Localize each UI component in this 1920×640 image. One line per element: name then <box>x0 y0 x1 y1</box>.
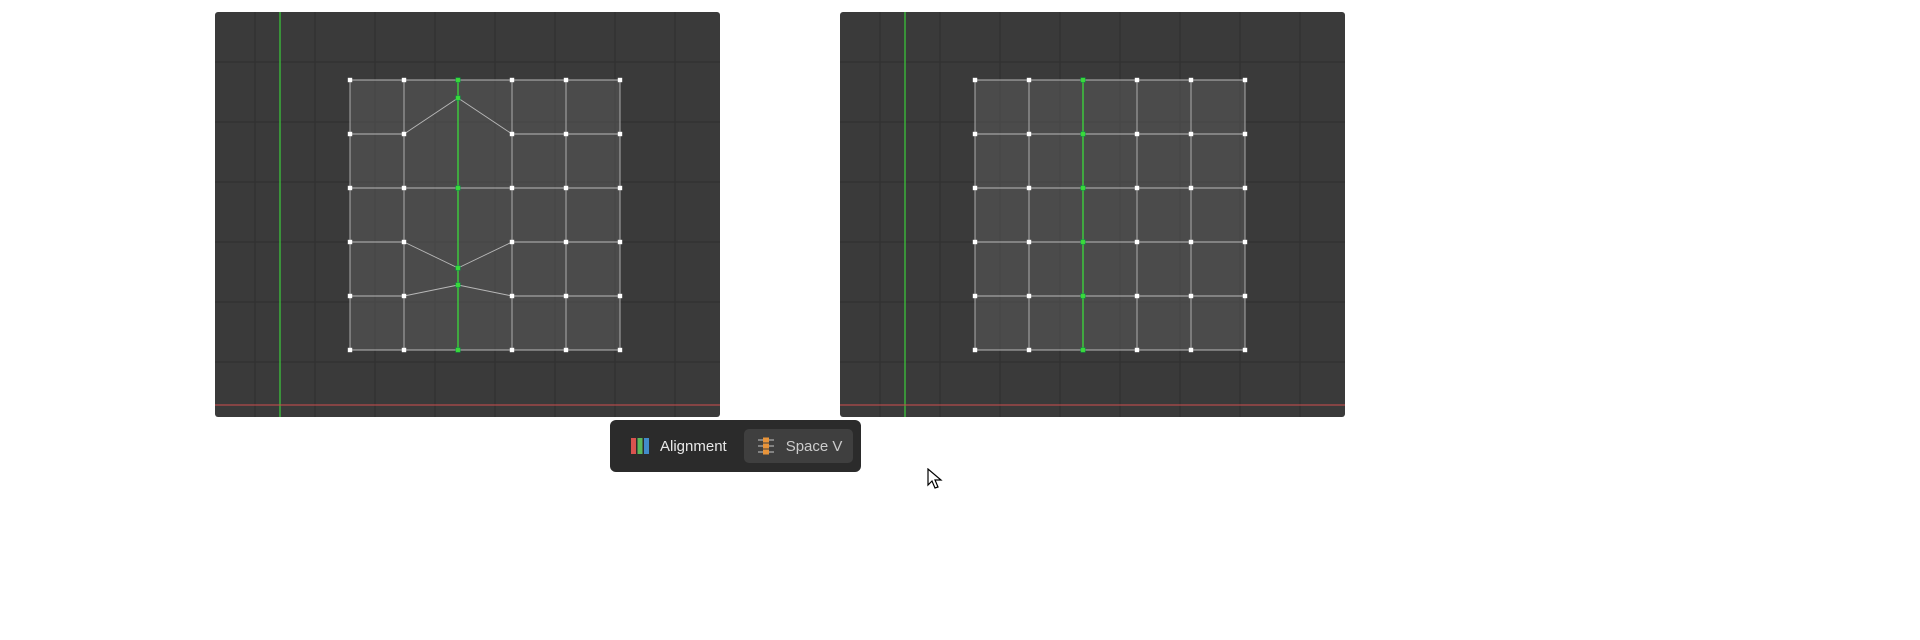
space-v-button[interactable]: Space V <box>744 429 854 463</box>
uv-grid-svg <box>215 12 720 417</box>
alignment-icon <box>629 436 651 456</box>
alignment-label: Alignment <box>660 438 727 455</box>
uv-viewport-before[interactable] <box>215 12 720 417</box>
uv-grid-svg <box>840 12 1345 417</box>
alignment-toolbar: Alignment Space V <box>610 420 861 472</box>
space-v-label: Space V <box>786 438 843 455</box>
uv-viewport-after[interactable] <box>840 12 1345 417</box>
space-v-icon <box>755 436 777 456</box>
mouse-cursor-icon <box>927 468 947 492</box>
alignment-button[interactable]: Alignment <box>618 429 738 463</box>
